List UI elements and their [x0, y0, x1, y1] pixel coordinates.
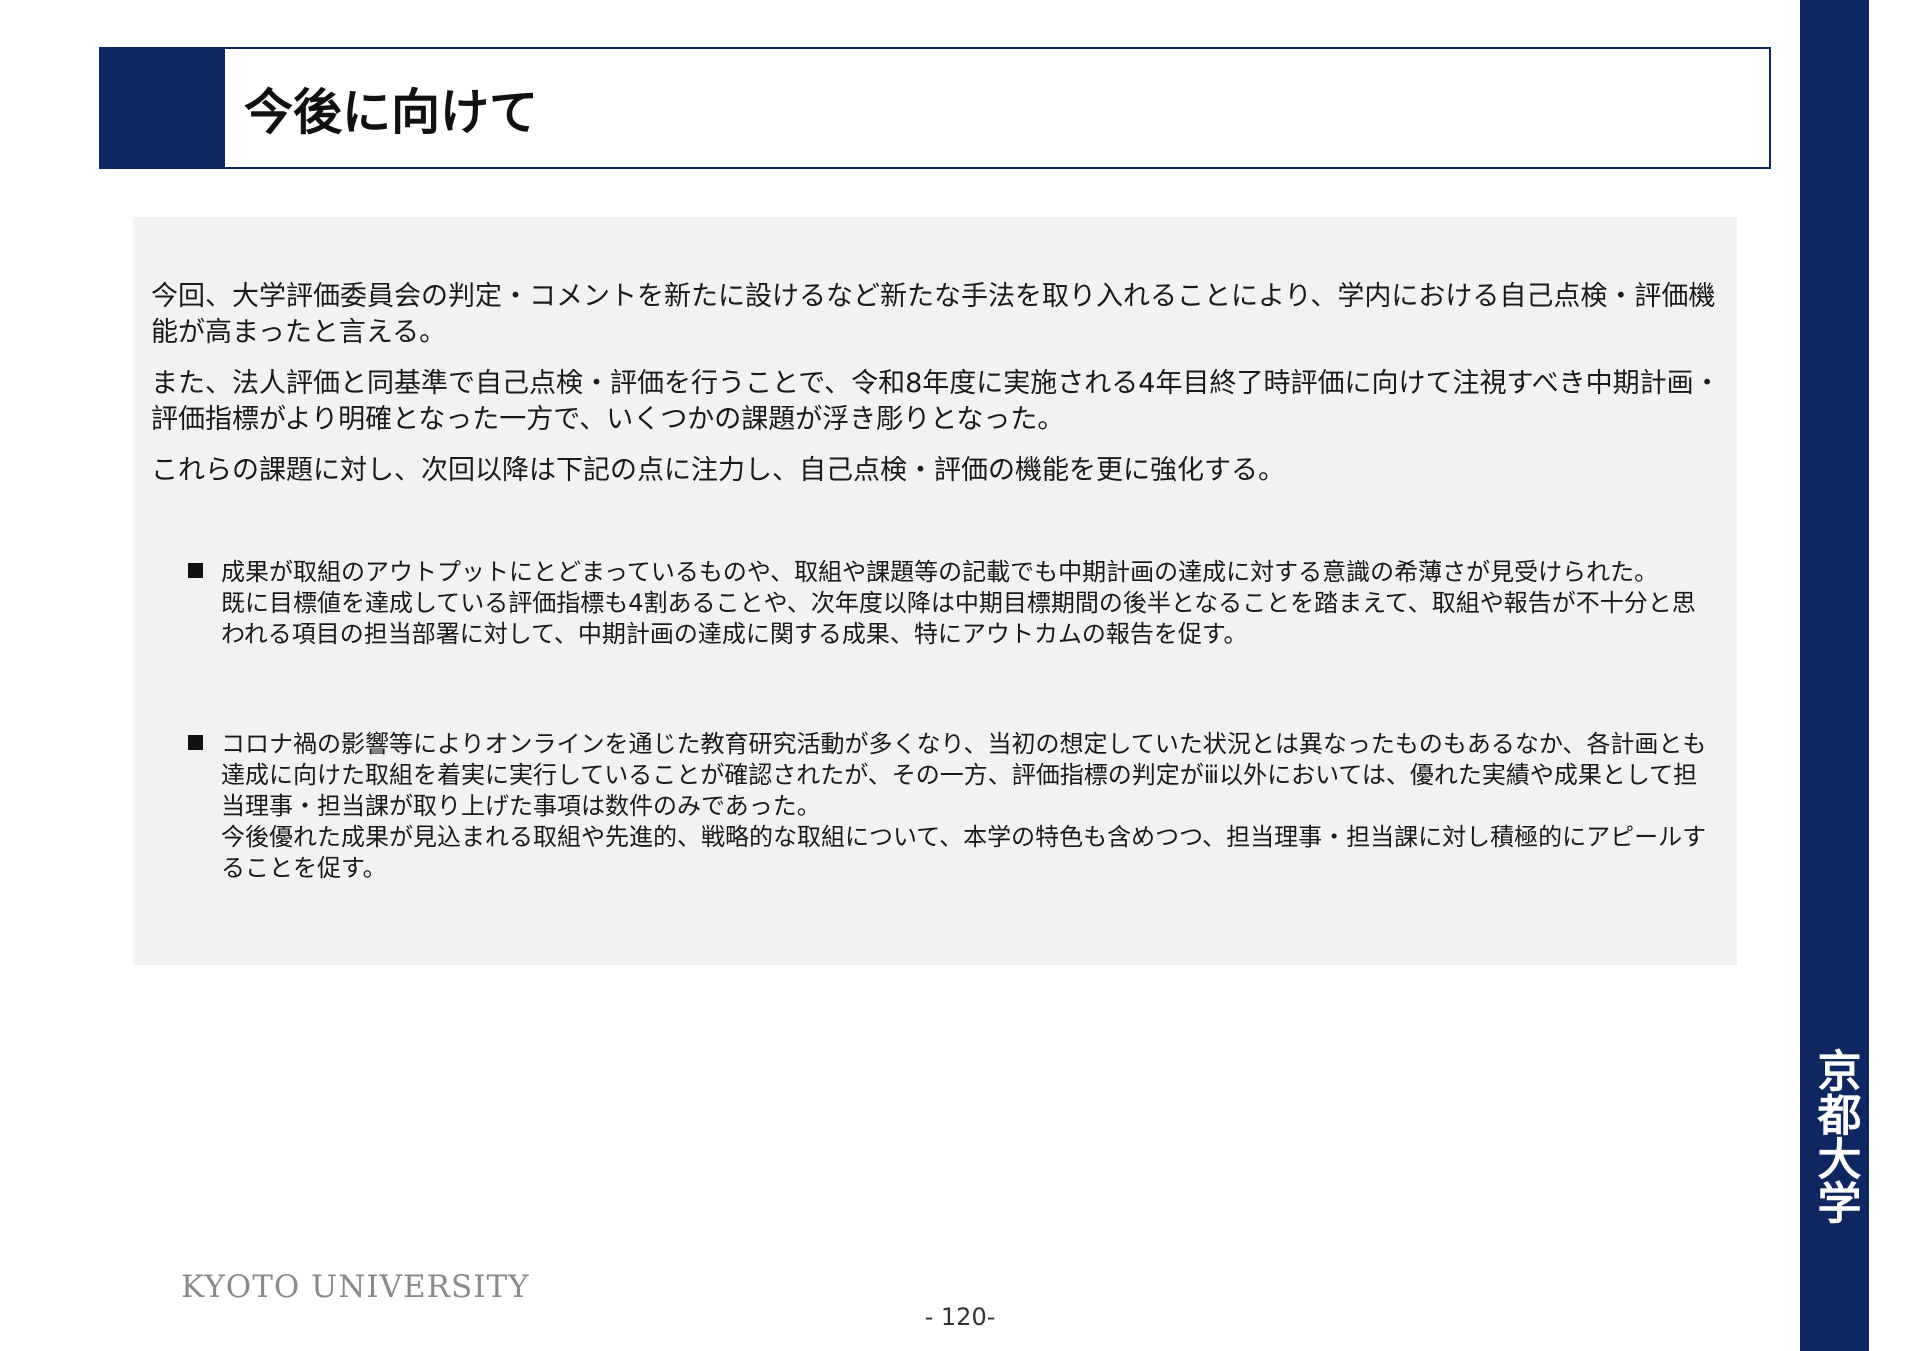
footer-logo: KYOTO UNIVERSITY — [181, 1269, 530, 1305]
bullet-line: コロナ禍の影響等によりオンラインを通じた教育研究活動が多くなり、当初の想定してい… — [221, 730, 1707, 820]
intro-paragraph: これらの課題に対し、次回以降は下記の点に注力し、自己点検・評価の機能を更に強化す… — [151, 455, 1285, 486]
bullet-item: 成果が取組のアウトプットにとどまっているものや、取組や課題等の記載でも中期計画の… — [188, 557, 1708, 650]
bullet-line: 今後優れた成果が見込まれる取組や先進的、戦略的な取組について、本学の特色も含めつ… — [221, 823, 1707, 882]
university-name-vertical: 京都大学 — [1809, 1048, 1861, 1224]
bullet-text: 成果が取組のアウトプットにとどまっているものや、取組や課題等の記載でも中期計画の… — [221, 557, 1708, 650]
square-bullet-icon — [188, 563, 203, 578]
content-panel: 今回、大学評価委員会の判定・コメントを新たに設けるなど新たな手法を取り入れること… — [133, 217, 1737, 965]
intro-paragraph: 今回、大学評価委員会の判定・コメントを新たに設けるなど新たな手法を取り入れること… — [151, 281, 1716, 348]
bullet-item: コロナ禍の影響等によりオンラインを通じた教育研究活動が多くなり、当初の想定してい… — [188, 729, 1708, 884]
square-bullet-icon — [188, 735, 203, 750]
page-title: 今後に向けて — [244, 83, 539, 141]
title-frame: 今後に向けて — [99, 47, 1771, 169]
side-bar: 京都大学 — [1800, 0, 1869, 1351]
bullet-text: コロナ禍の影響等によりオンラインを通じた教育研究活動が多くなり、当初の想定してい… — [221, 729, 1708, 884]
page-number: - 120- — [924, 1303, 996, 1331]
bullet-line: 成果が取組のアウトプットにとどまっているものや、取組や課題等の記載でも中期計画の… — [221, 558, 1659, 586]
bullet-line: 既に目標値を達成している評価指標も4割あることや、次年度以降は中期目標期間の後半… — [221, 589, 1696, 648]
title-accent-block — [101, 49, 225, 167]
intro-paragraph: また、法人評価と同基準で自己点検・評価を行うことで、令和8年度に実施される4年目… — [151, 368, 1721, 435]
